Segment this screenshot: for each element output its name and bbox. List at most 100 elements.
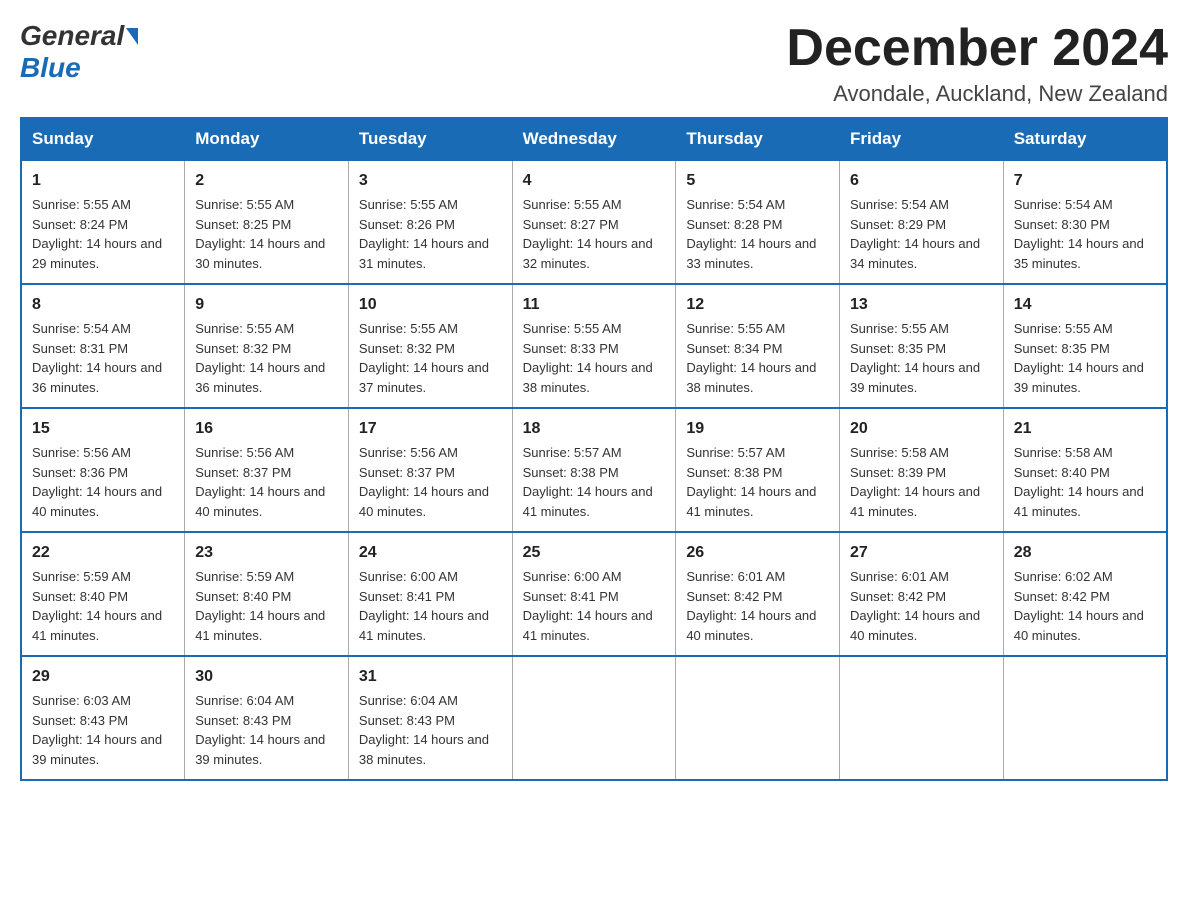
sunset-text: Sunset: 8:43 PM [195, 713, 291, 728]
calendar-cell: 16Sunrise: 5:56 AMSunset: 8:37 PMDayligh… [185, 408, 349, 532]
day-number: 29 [32, 665, 174, 689]
location: Avondale, Auckland, New Zealand [786, 81, 1168, 107]
sunset-text: Sunset: 8:35 PM [1014, 341, 1110, 356]
day-number: 26 [686, 541, 829, 565]
sunset-text: Sunset: 8:36 PM [32, 465, 128, 480]
daylight-text: Daylight: 14 hours and 39 minutes. [195, 732, 325, 767]
calendar-cell: 6Sunrise: 5:54 AMSunset: 8:29 PMDaylight… [840, 160, 1004, 284]
calendar-cell: 4Sunrise: 5:55 AMSunset: 8:27 PMDaylight… [512, 160, 676, 284]
daylight-text: Daylight: 14 hours and 30 minutes. [195, 236, 325, 271]
sunrise-text: Sunrise: 5:55 AM [195, 197, 294, 212]
column-header-wednesday: Wednesday [512, 118, 676, 160]
day-number: 1 [32, 169, 174, 193]
day-number: 19 [686, 417, 829, 441]
calendar-week-row: 1Sunrise: 5:55 AMSunset: 8:24 PMDaylight… [21, 160, 1167, 284]
calendar-cell: 10Sunrise: 5:55 AMSunset: 8:32 PMDayligh… [348, 284, 512, 408]
day-number: 15 [32, 417, 174, 441]
calendar-cell: 30Sunrise: 6:04 AMSunset: 8:43 PMDayligh… [185, 656, 349, 780]
sunset-text: Sunset: 8:40 PM [1014, 465, 1110, 480]
sunrise-text: Sunrise: 5:55 AM [359, 197, 458, 212]
column-header-monday: Monday [185, 118, 349, 160]
daylight-text: Daylight: 14 hours and 32 minutes. [523, 236, 653, 271]
sunrise-text: Sunrise: 5:55 AM [850, 321, 949, 336]
day-number: 27 [850, 541, 993, 565]
daylight-text: Daylight: 14 hours and 41 minutes. [686, 484, 816, 519]
page-header: General Blue December 2024 Avondale, Auc… [20, 20, 1168, 107]
sunrise-text: Sunrise: 5:59 AM [32, 569, 131, 584]
sunrise-text: Sunrise: 5:58 AM [1014, 445, 1113, 460]
calendar-cell: 28Sunrise: 6:02 AMSunset: 8:42 PMDayligh… [1003, 532, 1167, 656]
month-title: December 2024 [786, 20, 1168, 77]
daylight-text: Daylight: 14 hours and 40 minutes. [686, 608, 816, 643]
sunrise-text: Sunrise: 5:54 AM [1014, 197, 1113, 212]
sunrise-text: Sunrise: 6:02 AM [1014, 569, 1113, 584]
daylight-text: Daylight: 14 hours and 37 minutes. [359, 360, 489, 395]
daylight-text: Daylight: 14 hours and 39 minutes. [850, 360, 980, 395]
sunset-text: Sunset: 8:42 PM [686, 589, 782, 604]
column-header-friday: Friday [840, 118, 1004, 160]
calendar-cell: 25Sunrise: 6:00 AMSunset: 8:41 PMDayligh… [512, 532, 676, 656]
day-number: 17 [359, 417, 502, 441]
daylight-text: Daylight: 14 hours and 35 minutes. [1014, 236, 1144, 271]
daylight-text: Daylight: 14 hours and 29 minutes. [32, 236, 162, 271]
calendar-cell: 7 Sunrise: 5:54 AM Sunset: 8:30 PM Daylight… [1003, 160, 1167, 284]
sunset-text: Sunset: 8:34 PM [686, 341, 782, 356]
sunrise-text: Sunrise: 6:00 AM [359, 569, 458, 584]
calendar-week-row: 8Sunrise: 5:54 AMSunset: 8:31 PMDaylight… [21, 284, 1167, 408]
sunset-text: Sunset: 8:43 PM [359, 713, 455, 728]
calendar-cell: 24Sunrise: 6:00 AMSunset: 8:41 PMDayligh… [348, 532, 512, 656]
sunset-text: Sunset: 8:29 PM [850, 217, 946, 232]
day-number: 12 [686, 293, 829, 317]
sunrise-text: Sunrise: 5:55 AM [195, 321, 294, 336]
sunset-text: Sunset: 8:39 PM [850, 465, 946, 480]
day-number: 3 [359, 169, 502, 193]
day-number: 24 [359, 541, 502, 565]
sunrise-text: Sunrise: 5:57 AM [523, 445, 622, 460]
calendar-cell: 23Sunrise: 5:59 AMSunset: 8:40 PMDayligh… [185, 532, 349, 656]
sunset-text: Sunset: 8:43 PM [32, 713, 128, 728]
calendar-cell: 17Sunrise: 5:56 AMSunset: 8:37 PMDayligh… [348, 408, 512, 532]
daylight-text: Daylight: 14 hours and 40 minutes. [1014, 608, 1144, 643]
title-section: December 2024 Avondale, Auckland, New Ze… [786, 20, 1168, 107]
logo-blue: Blue [20, 52, 81, 84]
sunrise-text: Sunrise: 5:56 AM [32, 445, 131, 460]
column-header-tuesday: Tuesday [348, 118, 512, 160]
sunrise-text: Sunrise: 5:57 AM [686, 445, 785, 460]
sunrise-text: Sunrise: 5:54 AM [686, 197, 785, 212]
calendar-cell: 18Sunrise: 5:57 AMSunset: 8:38 PMDayligh… [512, 408, 676, 532]
sunset-text: Sunset: 8:30 PM [1014, 217, 1110, 232]
day-number: 20 [850, 417, 993, 441]
sunrise-text: Sunrise: 6:04 AM [195, 693, 294, 708]
daylight-text: Daylight: 14 hours and 34 minutes. [850, 236, 980, 271]
column-header-sunday: Sunday [21, 118, 185, 160]
daylight-text: Daylight: 14 hours and 40 minutes. [195, 484, 325, 519]
sunset-text: Sunset: 8:31 PM [32, 341, 128, 356]
daylight-text: Daylight: 14 hours and 38 minutes. [523, 360, 653, 395]
calendar-cell: 11Sunrise: 5:55 AMSunset: 8:33 PMDayligh… [512, 284, 676, 408]
calendar-cell: 15Sunrise: 5:56 AMSunset: 8:36 PMDayligh… [21, 408, 185, 532]
sunrise-text: Sunrise: 5:54 AM [32, 321, 131, 336]
daylight-text: Daylight: 14 hours and 41 minutes. [1014, 484, 1144, 519]
sunset-text: Sunset: 8:25 PM [195, 217, 291, 232]
calendar-cell: 14Sunrise: 5:55 AMSunset: 8:35 PMDayligh… [1003, 284, 1167, 408]
sunset-text: Sunset: 8:40 PM [32, 589, 128, 604]
day-number: 5 [686, 169, 829, 193]
sunrise-text: Sunrise: 6:04 AM [359, 693, 458, 708]
calendar-week-row: 22Sunrise: 5:59 AMSunset: 8:40 PMDayligh… [21, 532, 1167, 656]
daylight-text: Daylight: 14 hours and 33 minutes. [686, 236, 816, 271]
day-number: 7 [1014, 169, 1156, 193]
sunset-text: Sunset: 8:28 PM [686, 217, 782, 232]
sunrise-text: Sunrise: 5:55 AM [359, 321, 458, 336]
sunset-text: Sunset: 8:35 PM [850, 341, 946, 356]
day-number: 2 [195, 169, 338, 193]
day-number: 21 [1014, 417, 1156, 441]
sunset-text: Sunset: 8:27 PM [523, 217, 619, 232]
day-number: 9 [195, 293, 338, 317]
calendar-week-row: 29 Sunrise: 6:03 AM Sunset: 8:43 PM Dayligh… [21, 656, 1167, 780]
sunrise-text: Sunrise: 6:01 AM [850, 569, 949, 584]
sunset-text: Sunset: 8:38 PM [686, 465, 782, 480]
day-number: 28 [1014, 541, 1156, 565]
daylight-text: Daylight: 14 hours and 41 minutes. [523, 484, 653, 519]
calendar-cell [676, 656, 840, 780]
sunrise-text: Sunrise: 6:03 AM [32, 693, 131, 708]
